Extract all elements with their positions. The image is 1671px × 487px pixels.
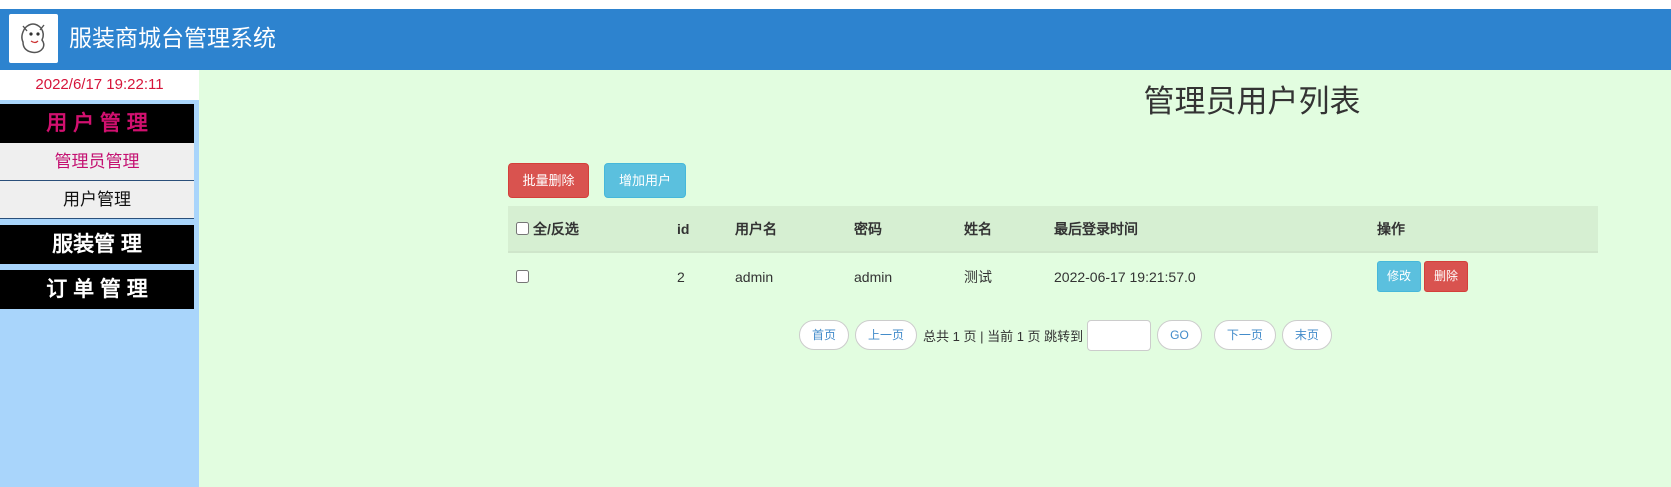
- cell-id: 2: [677, 268, 685, 285]
- column-header-password: 密码: [854, 220, 882, 237]
- batch-delete-button[interactable]: 批量删除: [508, 163, 589, 198]
- cell-username: admin: [735, 268, 774, 285]
- row-select-cell: [516, 253, 533, 300]
- app-title: 服装商城台管理系统: [69, 26, 276, 52]
- first-page-button[interactable]: 首页: [799, 320, 850, 350]
- select-all-checkbox[interactable]: [516, 222, 529, 235]
- sidebar-section-user-management[interactable]: 用 户 管 理: [0, 104, 194, 143]
- top-strip: [0, 0, 1671, 9]
- go-button[interactable]: GO: [1157, 320, 1202, 350]
- select-all-cell: 全/反选: [516, 206, 579, 251]
- column-header-actions: 操作: [1377, 220, 1405, 237]
- sidebar: 2022/6/17 19:22:11 用 户 管 理 管理员管理 用户管理 服装…: [0, 70, 199, 487]
- page-jump-input[interactable]: [1087, 319, 1152, 351]
- table-row: 2 admin admin 测试 2022-06-17 19:21:57.0 修…: [508, 253, 1598, 300]
- admin-user-table: 全/反选 id 用户名 密码 姓名 最后登录时间 操作 2 admin admi…: [508, 206, 1598, 300]
- add-user-button[interactable]: 增加用户: [604, 163, 686, 198]
- main-content: 管理员用户列表 批量删除 增加用户 全/反选 id 用户名 密码 姓名 最后登录…: [199, 70, 1671, 487]
- cell-last-login: 2022-06-17 19:21:57.0: [1054, 268, 1196, 285]
- logo: [9, 14, 58, 63]
- column-header-name: 姓名: [964, 220, 992, 237]
- page-info: 总共 1 页 | 当前 1 页 跳转到: [923, 328, 1084, 344]
- clock: 2022/6/17 19:22:11: [0, 70, 199, 100]
- app-header: 服装商城台管理系统: [0, 9, 1671, 70]
- prev-page-button[interactable]: 上一页: [855, 320, 918, 350]
- row-actions: 修改 删除: [1377, 253, 1471, 300]
- pagination: 首页 上一页 总共 1 页 | 当前 1 页 跳转到 GO 下一页 末页: [799, 319, 1338, 351]
- column-header-id: id: [677, 220, 690, 237]
- delete-button[interactable]: 删除: [1424, 261, 1469, 292]
- row-checkbox[interactable]: [516, 270, 529, 283]
- table-header-row: 全/反选 id 用户名 密码 姓名 最后登录时间 操作: [508, 206, 1598, 253]
- column-header-last-login: 最后登录时间: [1054, 220, 1138, 237]
- cartoon-logo-icon: [21, 23, 45, 54]
- next-page-button[interactable]: 下一页: [1213, 320, 1276, 350]
- last-page-button[interactable]: 末页: [1281, 320, 1332, 350]
- sidebar-section-clothing-management[interactable]: 服装管 理: [0, 225, 194, 264]
- cell-password: admin: [854, 268, 893, 285]
- sidebar-section-order-management[interactable]: 订 单 管 理: [0, 270, 194, 309]
- sidebar-item-user-management[interactable]: 用户管理: [0, 181, 194, 219]
- page-title: 管理员用户列表: [1143, 84, 1361, 119]
- edit-button[interactable]: 修改: [1377, 261, 1422, 292]
- sidebar-item-admin-management[interactable]: 管理员管理: [0, 143, 194, 181]
- cell-name: 测试: [964, 268, 992, 285]
- select-all-label: 全/反选: [533, 220, 579, 237]
- column-header-username: 用户名: [735, 220, 777, 237]
